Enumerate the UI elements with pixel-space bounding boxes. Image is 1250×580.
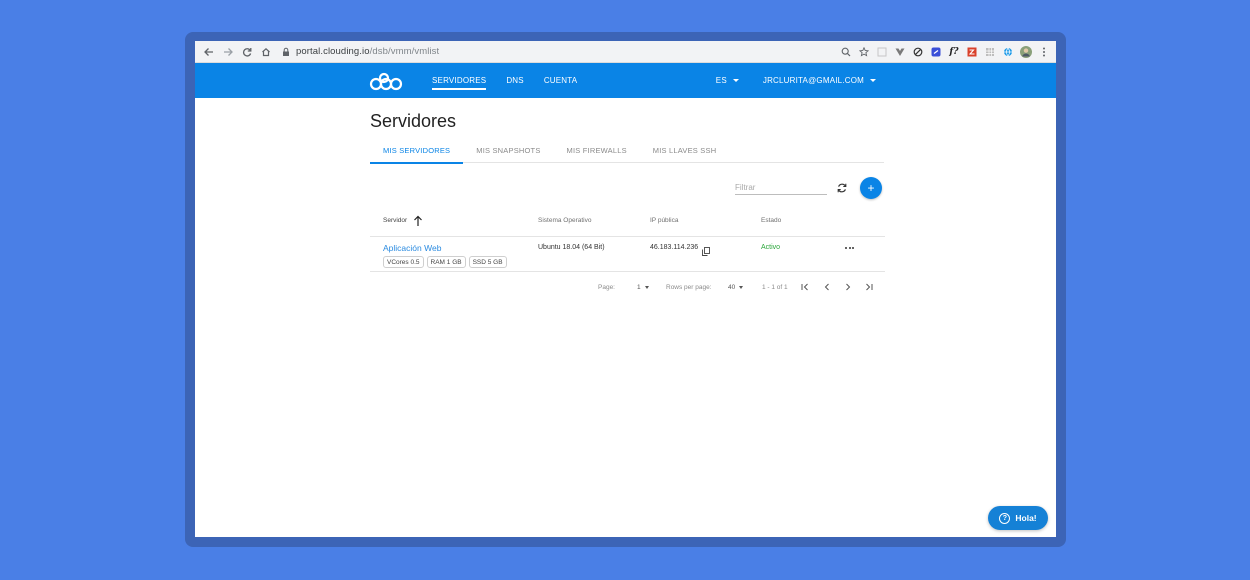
- rows-per-page-value: 40: [728, 284, 736, 291]
- rows-per-page-text: Rows per page:: [666, 284, 712, 291]
- url-host: portal.clouding.io: [296, 46, 370, 57]
- server-name-link[interactable]: Aplicación Web: [383, 243, 441, 253]
- rows-per-page-select[interactable]: 40: [728, 284, 744, 291]
- app-navbar: SERVIDORES DNS CUENTA ES JRCLURITA@GMAIL…: [195, 63, 1056, 98]
- copy-icon[interactable]: [702, 243, 710, 256]
- table-header-divider: [370, 236, 885, 237]
- lock-icon: [281, 47, 290, 57]
- page-range-text: 1 - 1 of 1: [762, 284, 788, 291]
- browser-window: portal.clouding.io/dsb/vmm/vmlist f? SER…: [195, 41, 1056, 537]
- reload-icon[interactable]: [237, 41, 256, 63]
- column-header-sistema-operativo: Sistema Operativo: [538, 217, 592, 224]
- nav-cuenta[interactable]: CUENTA: [544, 63, 578, 98]
- column-header-servidor[interactable]: Servidor: [383, 217, 407, 224]
- spec-chip-vcores: VCores 0.5: [383, 256, 424, 268]
- server-os: Ubuntu 18.04 (64 Bit): [538, 244, 605, 251]
- extension-blank-icon[interactable]: [876, 46, 888, 58]
- extension-grid-icon[interactable]: [984, 46, 996, 58]
- help-icon: ?: [999, 512, 1011, 524]
- extension-globe-icon[interactable]: [1002, 46, 1014, 58]
- clouding-logo-icon[interactable]: [369, 69, 403, 91]
- column-header-ip-publica: IP pública: [650, 217, 679, 224]
- chat-button[interactable]: ? Hola!: [988, 506, 1048, 530]
- rows-per-page-label: Rows per page:: [666, 284, 712, 291]
- browser-actions: f?: [840, 41, 1050, 63]
- nav-dns[interactable]: DNS: [506, 63, 524, 98]
- server-specs: VCores 0.5 RAM 1 GB SSD 5 GB: [383, 256, 507, 268]
- last-page-icon[interactable]: [864, 281, 874, 292]
- profile-avatar-icon[interactable]: [1020, 46, 1032, 58]
- chevron-down-icon: [870, 79, 876, 82]
- tab-mis-firewalls[interactable]: MIS FIREWALLS: [554, 138, 640, 163]
- prev-page-icon[interactable]: [822, 281, 832, 292]
- page-label-text: Page:: [598, 284, 615, 291]
- tab-mis-servidores[interactable]: MIS SERVIDORES: [370, 138, 464, 164]
- zoom-icon[interactable]: [840, 46, 852, 58]
- tab-mis-snapshots[interactable]: MIS SNAPSHOTS: [463, 138, 553, 163]
- filter-field: [735, 181, 827, 195]
- address-bar[interactable]: portal.clouding.io/dsb/vmm/vmlist: [281, 41, 439, 63]
- browser-toolbar: portal.clouding.io/dsb/vmm/vmlist f?: [195, 41, 1056, 63]
- extension-filezilla-icon[interactable]: [966, 46, 978, 58]
- first-page-icon[interactable]: [800, 281, 810, 292]
- tab-mis-llaves-ssh[interactable]: MIS LLAVES SSH: [640, 138, 730, 163]
- add-server-button[interactable]: +: [860, 177, 882, 199]
- star-icon[interactable]: [858, 46, 870, 58]
- user-menu[interactable]: JRCLURITA@GMAIL.COM: [763, 76, 876, 85]
- chevron-down-icon: [644, 286, 649, 289]
- home-icon[interactable]: [256, 41, 275, 63]
- sort-up-icon[interactable]: [413, 214, 423, 226]
- spec-chip-ram: RAM 1 GB: [426, 256, 466, 268]
- extension-block-icon[interactable]: [912, 46, 924, 58]
- nav-servidores[interactable]: SERVIDORES: [432, 63, 487, 98]
- appbar-right: ES JRCLURITA@GMAIL.COM: [716, 63, 876, 98]
- page-value: 1: [637, 284, 641, 291]
- column-header-estado: Estado: [761, 217, 782, 224]
- more-icon[interactable]: [845, 247, 855, 250]
- main-nav: SERVIDORES DNS CUENTA: [432, 63, 597, 98]
- page-range: 1 - 1 of 1: [762, 284, 788, 291]
- chevron-down-icon: [732, 79, 739, 82]
- url-path: /dsb/vmm/vmlist: [369, 46, 440, 57]
- user-email: JRCLURITA@GMAIL.COM: [762, 76, 864, 85]
- language-label: ES: [715, 76, 727, 85]
- filter-input[interactable]: [735, 183, 827, 192]
- refresh-icon[interactable]: [836, 181, 848, 193]
- url-text: portal.clouding.io/dsb/vmm/vmlist: [296, 46, 439, 57]
- extension-vue-icon[interactable]: [894, 46, 906, 58]
- extension-fonts-icon[interactable]: f?: [948, 46, 960, 58]
- language-selector[interactable]: ES: [716, 76, 739, 85]
- chat-label: Hola!: [1015, 513, 1037, 523]
- page-label: Page:: [598, 284, 615, 291]
- page-title: Servidores: [370, 111, 457, 131]
- spec-chip-ssd: SSD 5 GB: [468, 256, 507, 268]
- extension-link-icon[interactable]: [930, 46, 942, 58]
- status-badge: Activo: [761, 244, 781, 251]
- back-icon[interactable]: [199, 41, 218, 63]
- table-row-divider: [370, 271, 885, 272]
- next-page-icon[interactable]: [843, 281, 853, 292]
- browser-menu-icon[interactable]: [1038, 46, 1050, 58]
- servers-tabs: MIS SERVIDORES MIS SNAPSHOTS MIS FIREWAL…: [370, 138, 884, 164]
- forward-icon[interactable]: [218, 41, 237, 63]
- chevron-down-icon: [739, 286, 744, 289]
- page-select[interactable]: 1: [637, 284, 649, 291]
- plus-icon: +: [867, 181, 875, 195]
- server-ip: 46.183.114.236: [650, 244, 699, 251]
